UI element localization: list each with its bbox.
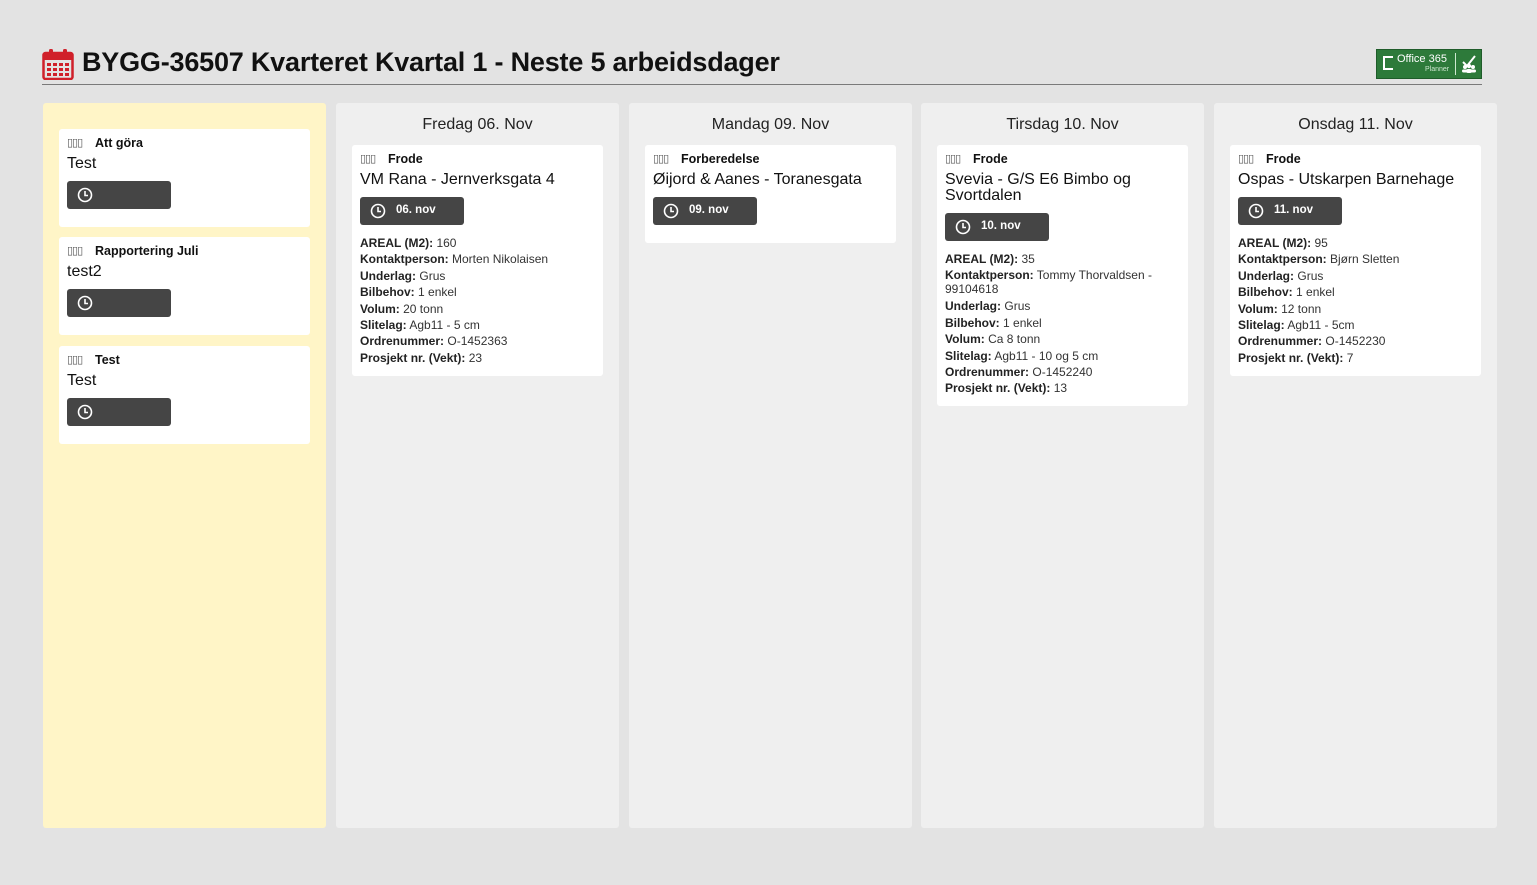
detail-ordrenummer: Ordrenummer: O-1452363 — [360, 334, 508, 349]
detail-underlag: Underlag: Grus — [945, 299, 1031, 314]
day-heading: Fredag 06. Nov — [422, 116, 533, 133]
label-icon: ▯▯▯ — [945, 152, 961, 165]
due-date-badge[interactable] — [67, 398, 171, 426]
detail-slitelag: Slitelag: Agb11 - 5 cm — [360, 318, 480, 333]
card-title: Ospas - Utskarpen Barnehage — [1238, 171, 1455, 188]
due-date-badge[interactable]: 10. nov — [945, 213, 1049, 241]
label-icon: ▯▯▯ — [67, 136, 83, 149]
office365-planner-badge[interactable]: Office 365 Planner — [1376, 49, 1482, 79]
card-label: ▯▯▯ Att göra — [67, 136, 143, 150]
card-label: ▯▯▯ Forberedelse — [653, 152, 760, 166]
clock-icon — [955, 219, 971, 235]
detail-underlag: Underlag: Grus — [1238, 268, 1324, 283]
card-label: ▯▯▯ Rapportering Juli — [67, 244, 199, 258]
badge-divider — [1455, 53, 1456, 75]
clock-icon — [77, 404, 93, 420]
card-title: Svevia - G/S E6 Bimbo og Svortdalen — [945, 171, 1131, 204]
label-icon: ▯▯▯ — [67, 353, 83, 366]
detail-underlag: Underlag: Grus — [360, 268, 446, 283]
detail-kontaktperson: Kontaktperson: Morten Nikolaisen — [360, 252, 549, 267]
detail-prosjekt-nr: Prosjekt nr. (Vekt): 7 — [1238, 350, 1354, 365]
clock-icon — [77, 295, 93, 311]
detail-prosjekt-nr: Prosjekt nr. (Vekt): 23 — [360, 350, 483, 365]
clock-icon — [663, 203, 679, 219]
day-column: Fredag 06. Nov ▯▯▯ Frode VM Rana - Jernv… — [336, 103, 619, 828]
detail-ordrenummer: Ordrenummer: O-1452240 — [945, 365, 1093, 380]
detail-prosjekt-nr: Prosjekt nr. (Vekt): 13 — [945, 381, 1068, 396]
detail-ordrenummer: Ordrenummer: O-1452230 — [1238, 334, 1386, 349]
page-title: BYGG-36507 Kvarteret Kvartal 1 - Neste 5… — [82, 47, 780, 77]
label-icon: ▯▯▯ — [360, 152, 376, 165]
task-card[interactable]: ▯▯▯ Rapportering Juli test2 — [59, 237, 310, 335]
label-icon: ▯▯▯ — [1238, 152, 1254, 165]
due-date-badge[interactable] — [67, 289, 171, 317]
due-date-badge[interactable]: 11. nov — [1238, 197, 1342, 225]
card-title: test2 — [67, 263, 102, 280]
clock-icon — [1248, 203, 1264, 219]
due-date-badge[interactable]: 09. nov — [653, 197, 757, 225]
badge-line2: Planner — [1425, 66, 1450, 73]
detail-kontaktperson: Kontaktperson: Bjørn Sletten — [1238, 252, 1400, 267]
badge-line1: Office 365 — [1397, 53, 1447, 65]
detail-slitelag: Slitelag: Agb11 - 10 og 5 cm — [945, 348, 1099, 363]
card-title: Test — [67, 155, 97, 172]
day-column: Mandag 09. Nov ▯▯▯ Forberedelse Øijord &… — [629, 103, 912, 828]
detail-bilbehov: Bilbehov: 1 enkel — [945, 315, 1042, 330]
day-heading: Tirsdag 10. Nov — [1006, 116, 1119, 133]
detail-areal: AREAL (M2): 35 — [945, 252, 1035, 266]
detail-areal: AREAL (M2): 95 — [1238, 236, 1328, 250]
task-card[interactable]: ▯▯▯ Frode Ospas - Utskarpen Barnehage 11… — [1230, 145, 1481, 376]
detail-volum: Volum: 12 tonn — [1238, 301, 1322, 316]
backlog-column: ▯▯▯ Att göra Test ▯▯▯ Rapportering Juli … — [43, 103, 326, 828]
calendar-icon — [42, 49, 74, 80]
detail-slitelag: Slitelag: Agb11 - 5cm — [1238, 318, 1355, 333]
card-details: AREAL (M2): 35 Kontaktperson: Tommy Thor… — [945, 251, 1180, 397]
office-logo-icon — [1383, 56, 1393, 70]
card-details: AREAL (M2): 160 Kontaktperson: Morten Ni… — [360, 235, 595, 366]
label-icon: ▯▯▯ — [67, 244, 83, 257]
day-heading: Onsdag 11. Nov — [1298, 116, 1413, 133]
card-title: Øijord & Aanes - Toranesgata — [653, 171, 862, 188]
card-title: Test — [67, 372, 97, 389]
task-card[interactable]: ▯▯▯ Forberedelse Øijord & Aanes - Torane… — [645, 145, 896, 243]
task-card[interactable]: ▯▯▯ Att göra Test — [59, 129, 310, 227]
card-title: VM Rana - Jernverksgata 4 — [360, 171, 555, 188]
due-date-badge[interactable] — [67, 181, 171, 209]
task-card[interactable]: ▯▯▯ Frode Svevia - G/S E6 Bimbo og Svort… — [937, 145, 1188, 406]
detail-volum: Volum: Ca 8 tonn — [945, 332, 1041, 347]
detail-bilbehov: Bilbehov: 1 enkel — [360, 285, 457, 300]
card-label: ▯▯▯ Test — [67, 353, 120, 367]
due-date-badge[interactable]: 06. nov — [360, 197, 464, 225]
card-details: AREAL (M2): 95 Kontaktperson: Bjørn Slet… — [1238, 235, 1473, 366]
planner-people-icon — [1462, 55, 1476, 73]
day-column: Tirsdag 10. Nov ▯▯▯ Frode Svevia - G/S E… — [921, 103, 1204, 828]
page-header: BYGG-36507 Kvarteret Kvartal 1 - Neste 5… — [42, 44, 1482, 85]
day-heading: Mandag 09. Nov — [711, 116, 830, 133]
clock-icon — [77, 187, 93, 203]
clock-icon — [370, 203, 386, 219]
label-icon: ▯▯▯ — [653, 152, 669, 165]
card-label: ▯▯▯ Frode — [945, 152, 1008, 166]
detail-bilbehov: Bilbehov: 1 enkel — [1238, 285, 1335, 300]
day-column: Onsdag 11. Nov ▯▯▯ Frode Ospas - Utskarp… — [1214, 103, 1497, 828]
task-card[interactable]: ▯▯▯ Frode VM Rana - Jernverksgata 4 06. … — [352, 145, 603, 376]
detail-volum: Volum: 20 tonn — [360, 301, 444, 316]
task-card[interactable]: ▯▯▯ Test Test — [59, 346, 310, 444]
card-label: ▯▯▯ Frode — [1238, 152, 1301, 166]
detail-kontaktperson: Kontaktperson: Tommy Thorvaldsen - 99104… — [945, 268, 1152, 297]
detail-areal: AREAL (M2): 160 — [360, 236, 457, 250]
card-label: ▯▯▯ Frode — [360, 152, 423, 166]
